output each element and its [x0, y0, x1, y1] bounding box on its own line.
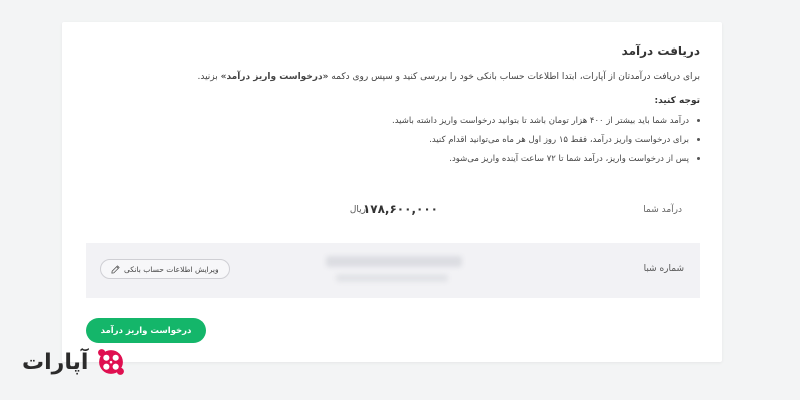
request-payout-button[interactable]: درخواست واریز درآمد	[86, 318, 206, 343]
income-card: دریافت درآمد برای دریافت درآمدتان از آپا…	[62, 22, 722, 362]
income-label: درآمد شما	[643, 205, 682, 215]
bullet-icon	[697, 119, 700, 122]
sheba-row: شماره شبا ویرایش اطلاعات حساب بانکی	[86, 243, 700, 298]
account-owner-redacted	[336, 274, 448, 282]
edit-bank-account-label: ویرایش اطلاعات حساب بانکی	[124, 264, 219, 274]
list-item: برای درخواست واریز درآمد، فقط ۱۵ روز اول…	[80, 131, 700, 150]
note-title: توجه کنید:	[654, 96, 700, 106]
sheba-number-redacted	[326, 256, 462, 267]
intro-prefix: برای دریافت درآمدتان از آپارات، ابتدا اط…	[331, 72, 700, 82]
intro-button-ref: «درخواست واریز درآمد»	[220, 72, 329, 82]
brand: آپارات	[22, 343, 128, 381]
bullet-icon	[697, 138, 700, 141]
list-item: پس از درخواست واریز، درآمد شما تا ۷۲ ساع…	[80, 150, 700, 169]
income-unit: ریال	[349, 205, 366, 215]
edit-bank-account-button[interactable]: ویرایش اطلاعات حساب بانکی	[100, 259, 230, 279]
sheba-label: شماره شبا	[643, 264, 684, 274]
income-value: ۱۷۸,۶۰۰,۰۰۰	[362, 202, 438, 216]
list-item: درآمد شما باید بیشتر از ۴۰۰ هزار تومان ب…	[80, 112, 700, 131]
intro-suffix: بزنید.	[197, 72, 218, 82]
pencil-icon	[111, 264, 120, 274]
aparat-logo-icon	[98, 349, 125, 375]
page-title: دریافت درآمد	[621, 44, 700, 58]
intro-text: برای دریافت درآمدتان از آپارات، ابتدا اط…	[80, 70, 700, 84]
bullet-icon	[697, 157, 700, 160]
notes-list: درآمد شما باید بیشتر از ۴۰۰ هزار تومان ب…	[80, 112, 700, 169]
brand-name: آپارات	[22, 349, 89, 375]
